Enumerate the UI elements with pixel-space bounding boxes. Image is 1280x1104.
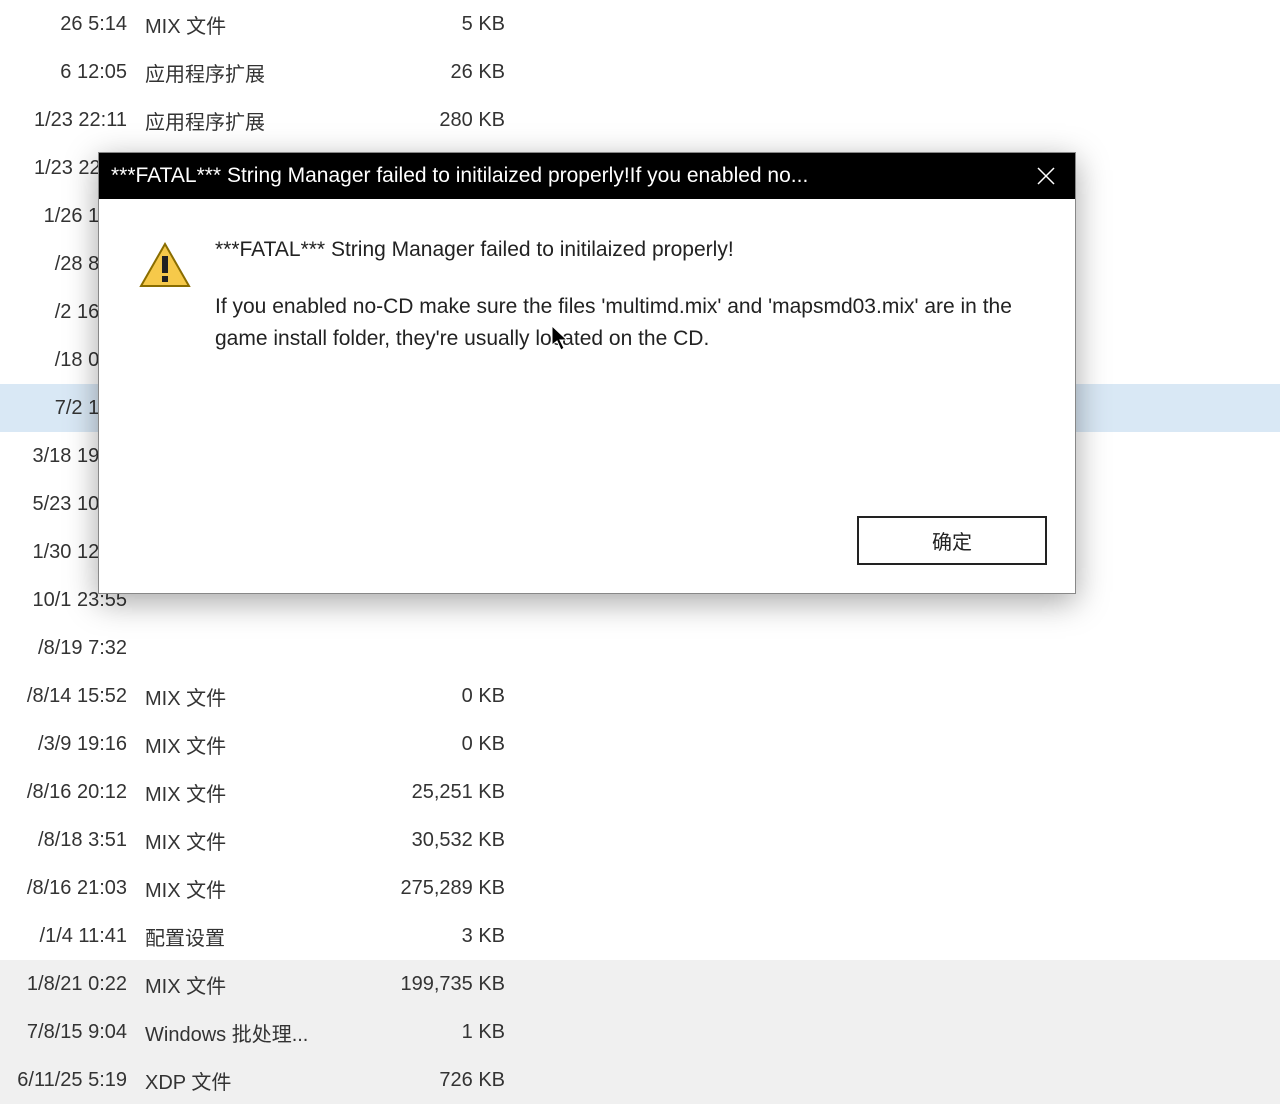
file-size: 726 KB — [345, 1069, 525, 1092]
dialog-message-body: If you enabled no-CD make sure the files… — [215, 291, 1035, 356]
dialog-titlebar[interactable]: ***FATAL*** String Manager failed to ini… — [99, 153, 1075, 199]
file-type: MIX 文件 — [145, 778, 345, 807]
file-row[interactable]: /8/14 15:52MIX 文件0 KB — [0, 672, 1280, 720]
file-date: /8/18 3:51 — [0, 829, 145, 852]
file-size: 280 KB — [345, 109, 525, 132]
file-type: MIX 文件 — [145, 874, 345, 903]
file-type: MIX 文件 — [145, 10, 345, 39]
file-type: MIX 文件 — [145, 682, 345, 711]
file-size: 26 KB — [345, 61, 525, 84]
file-size: 0 KB — [345, 733, 525, 756]
dialog-message: ***FATAL*** String Manager failed to ini… — [215, 234, 1035, 356]
file-row[interactable]: 6 12:05应用程序扩展26 KB — [0, 48, 1280, 96]
file-size: 25,251 KB — [345, 781, 525, 804]
file-row[interactable]: 1/8/21 0:22MIX 文件199,735 KB — [0, 960, 1280, 1008]
file-date: 6/11/25 5:19 — [0, 1069, 145, 1092]
file-date: /3/9 19:16 — [0, 733, 145, 756]
file-date: /8/16 21:03 — [0, 877, 145, 900]
file-type: XDP 文件 — [145, 1066, 345, 1095]
file-row[interactable]: /8/19 7:32 — [0, 624, 1280, 672]
file-type: 配置设置 — [145, 922, 345, 951]
file-date: /1/4 11:41 — [0, 925, 145, 948]
file-date: 1/23 22:11 — [0, 109, 145, 132]
file-row[interactable]: 26 5:14MIX 文件5 KB — [0, 0, 1280, 48]
file-row[interactable]: /8/16 21:03MIX 文件275,289 KB — [0, 864, 1280, 912]
dialog-message-heading: ***FATAL*** String Manager failed to ini… — [215, 234, 1035, 267]
file-date: /8/19 7:32 — [0, 637, 145, 660]
file-size: 275,289 KB — [345, 877, 525, 900]
file-row[interactable]: /1/4 11:41配置设置3 KB — [0, 912, 1280, 960]
file-type: 应用程序扩展 — [145, 106, 345, 135]
dialog-title: ***FATAL*** String Manager failed to ini… — [111, 164, 1017, 188]
file-date: 7/8/15 9:04 — [0, 1021, 145, 1044]
dialog-body: ***FATAL*** String Manager failed to ini… — [99, 199, 1075, 516]
file-size: 30,532 KB — [345, 829, 525, 852]
ok-button[interactable]: 确定 — [857, 516, 1047, 565]
file-date: 6 12:05 — [0, 61, 145, 84]
file-type: 应用程序扩展 — [145, 58, 345, 87]
file-type: MIX 文件 — [145, 970, 345, 999]
file-row[interactable]: /8/16 20:12MIX 文件25,251 KB — [0, 768, 1280, 816]
file-size: 0 KB — [345, 685, 525, 708]
file-row[interactable]: 6/11/25 5:19XDP 文件726 KB — [0, 1056, 1280, 1104]
file-type: Windows 批处理... — [145, 1018, 345, 1047]
file-date: 1/8/21 0:22 — [0, 973, 145, 996]
file-size: 3 KB — [345, 925, 525, 948]
file-row[interactable]: 7/8/15 9:04Windows 批处理...1 KB — [0, 1008, 1280, 1056]
file-type: MIX 文件 — [145, 730, 345, 759]
file-row[interactable]: /3/9 19:16MIX 文件0 KB — [0, 720, 1280, 768]
file-size: 199,735 KB — [345, 973, 525, 996]
file-size: 1 KB — [345, 1021, 525, 1044]
dialog-footer: 确定 — [99, 516, 1075, 593]
warning-icon — [139, 240, 191, 292]
file-type: MIX 文件 — [145, 826, 345, 855]
error-dialog: ***FATAL*** String Manager failed to ini… — [98, 152, 1076, 594]
file-date: /8/14 15:52 — [0, 685, 145, 708]
file-date: /8/16 20:12 — [0, 781, 145, 804]
file-date: 26 5:14 — [0, 13, 145, 36]
close-icon[interactable] — [1017, 153, 1075, 199]
file-row[interactable]: 1/23 22:11应用程序扩展280 KB — [0, 96, 1280, 144]
file-size: 5 KB — [345, 13, 525, 36]
file-row[interactable]: /8/18 3:51MIX 文件30,532 KB — [0, 816, 1280, 864]
